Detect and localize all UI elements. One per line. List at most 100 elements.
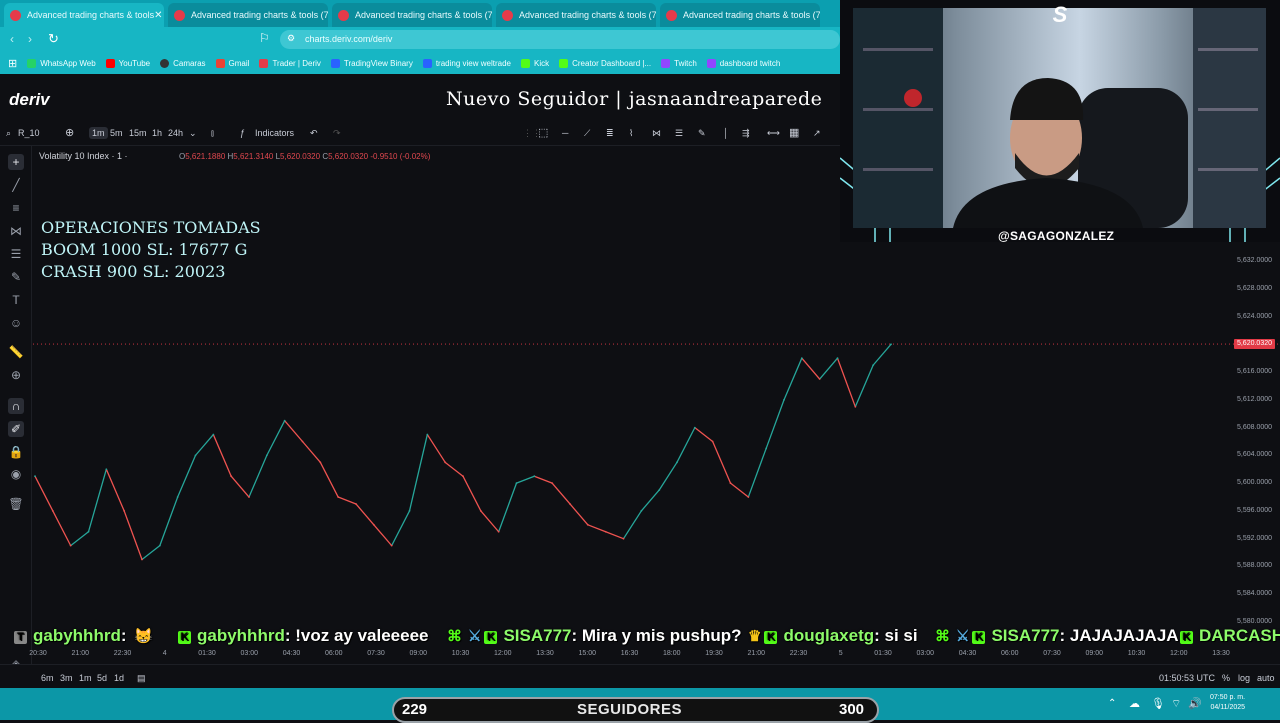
bookmark-item[interactable]: trading view weltrade bbox=[422, 58, 511, 68]
undo-icon[interactable]: ↶ bbox=[310, 128, 318, 139]
wifi-icon[interactable]: ⌔ bbox=[1171, 697, 1181, 711]
volume-icon[interactable]: 🔊 bbox=[1188, 697, 1202, 710]
date-range-icon[interactable]: ▤ bbox=[137, 673, 146, 684]
browser-tab[interactable]: Advanced trading charts & tools (7 bbox=[660, 3, 820, 27]
magnet-icon[interactable]: ∩ bbox=[8, 398, 24, 414]
forward-icon[interactable]: › bbox=[28, 32, 32, 46]
chevron-up-icon[interactable]: ⌃ bbox=[1108, 698, 1116, 709]
bookmark-item[interactable]: Trader | Deriv bbox=[259, 58, 321, 68]
mic-icon[interactable]: 🎙 bbox=[1151, 697, 1165, 710]
sword-badge-icon: ⚔ bbox=[468, 628, 482, 645]
range-6m[interactable]: 6m bbox=[41, 673, 54, 683]
reload-icon[interactable]: ↻ bbox=[48, 31, 59, 47]
log-toggle[interactable]: log bbox=[1238, 673, 1250, 683]
crosshair-icon[interactable]: + bbox=[8, 154, 24, 170]
symbol-label[interactable]: R_10 bbox=[18, 128, 40, 138]
compare-add-icon[interactable]: ⊕ bbox=[65, 126, 74, 139]
price-point bbox=[69, 544, 72, 547]
close-tab-icon[interactable]: ✕ bbox=[154, 10, 162, 21]
price-segment bbox=[498, 482, 518, 532]
cloud-icon[interactable]: ☁ bbox=[1129, 697, 1140, 710]
horizontal-line-tool-icon[interactable]: ─ bbox=[562, 128, 568, 138]
bookmark-item[interactable]: TradingView Binary bbox=[330, 58, 413, 68]
zoom-icon[interactable]: ⊕ bbox=[8, 367, 24, 383]
interval-15m[interactable]: 15m bbox=[129, 128, 147, 138]
ray-tool-icon[interactable]: ↗ bbox=[813, 128, 821, 139]
apps-icon[interactable]: ⊞ bbox=[8, 57, 17, 70]
deriv-logo[interactable]: deriv bbox=[9, 90, 50, 110]
redo-icon[interactable]: ↷ bbox=[333, 128, 341, 139]
bookmark-item[interactable]: YouTube bbox=[105, 58, 150, 68]
trash-icon[interactable]: 🗑 bbox=[8, 496, 24, 512]
candle-type-icon[interactable]: ⫾ bbox=[211, 128, 214, 139]
time-tick-label: 5 bbox=[838, 650, 843, 657]
range-1d[interactable]: 1d bbox=[114, 673, 124, 683]
range-3m[interactable]: 3m bbox=[60, 673, 73, 683]
price-point bbox=[390, 544, 393, 547]
fib-icon[interactable]: ☰ bbox=[8, 246, 24, 262]
price-segment bbox=[658, 461, 678, 491]
price-point bbox=[265, 454, 268, 457]
rectangle-tool-icon[interactable]: ⬚ bbox=[538, 126, 548, 139]
parallel-tool-icon[interactable]: ⇶ bbox=[742, 128, 750, 139]
bookmark-item[interactable]: WhatsApp Web bbox=[27, 58, 96, 68]
lines-icon[interactable]: ≡ bbox=[8, 200, 24, 216]
path-tool-icon[interactable]: ⌇ bbox=[629, 128, 633, 139]
back-icon[interactable]: ‹ bbox=[10, 32, 14, 46]
range-1m[interactable]: 1m bbox=[79, 673, 92, 683]
indicators-button[interactable]: Indicators bbox=[255, 128, 294, 138]
measure-tool-icon[interactable]: ⟷ bbox=[767, 128, 780, 139]
range-5d[interactable]: 5d bbox=[97, 673, 107, 683]
browser-tab[interactable]: Advanced trading charts & tools ✕ bbox=[4, 3, 164, 27]
bookmark-item[interactable]: Creator Dashboard |... bbox=[559, 58, 651, 68]
utc-clock[interactable]: 01:50:53 UTC bbox=[1159, 673, 1215, 683]
taskbar-clock[interactable]: 07:50 p. m. 04/11/2025 bbox=[1210, 693, 1245, 713]
fib-tool-icon[interactable]: ☰ bbox=[675, 128, 683, 139]
lock-icon[interactable]: 🔒 bbox=[8, 444, 24, 460]
price-segment bbox=[141, 545, 161, 561]
emoji-icon[interactable]: ☺ bbox=[8, 315, 24, 331]
bookmark-item[interactable]: Camaras bbox=[160, 58, 206, 68]
brush-icon[interactable]: ✎ bbox=[8, 269, 24, 285]
bookmark-item[interactable]: Twitch bbox=[661, 58, 697, 68]
site-info-icon[interactable]: ⚙ bbox=[287, 33, 295, 44]
browser-tab[interactable]: Advanced trading charts & tools (7 bbox=[332, 3, 492, 27]
price-tick-label: 5,608.0000 bbox=[1237, 423, 1273, 431]
browser-tab[interactable]: Advanced trading charts & tools (7 bbox=[168, 3, 328, 27]
trendline-icon[interactable]: ╱ bbox=[8, 177, 24, 193]
trend-tool-icon[interactable]: ⟋ bbox=[584, 128, 590, 139]
bookmark-item[interactable]: Gmail bbox=[215, 58, 249, 68]
eye-icon[interactable]: ◉ bbox=[8, 466, 24, 482]
ruler-icon[interactable]: 📏 bbox=[8, 344, 24, 360]
price-segment bbox=[52, 510, 72, 546]
price-segment bbox=[337, 496, 357, 505]
chart-toolbar: ⌕ R_10 ⊕ 1m 5m 15m 1h 24h ⌄ ⫾ ƒ Indicato… bbox=[0, 122, 842, 146]
indicators-icon[interactable]: ƒ bbox=[240, 128, 245, 138]
time-axis[interactable]: 20:30 21:00 22:30 4 01:30 03:00 04:30 06:00 07:3… bbox=[29, 650, 1280, 664]
pattern-icon[interactable]: ⋈ bbox=[8, 223, 24, 239]
auto-toggle[interactable]: auto bbox=[1257, 673, 1275, 683]
interval-1m[interactable]: 1m bbox=[89, 127, 108, 139]
pattern-tool-icon[interactable]: ⋈ bbox=[652, 128, 661, 139]
text-icon[interactable]: T bbox=[8, 292, 24, 308]
price-segment bbox=[426, 434, 446, 463]
interval-5m[interactable]: 5m bbox=[110, 128, 123, 138]
bookmark-item[interactable]: Kick bbox=[520, 58, 549, 68]
vertical-line-tool-icon[interactable]: │ bbox=[723, 128, 729, 138]
interval-24h[interactable]: 24h bbox=[168, 128, 183, 138]
time-tick-label: 06:00 bbox=[324, 650, 343, 657]
percent-toggle[interactable]: % bbox=[1222, 673, 1230, 683]
price-tick-label: 5,628.0000 bbox=[1237, 284, 1273, 292]
brush-tool-icon[interactable]: ✎ bbox=[698, 128, 706, 139]
url-field[interactable]: charts.deriv.com/deriv bbox=[280, 30, 840, 49]
price-tick-label: 5,616.0000 bbox=[1237, 368, 1273, 376]
channel-tool-icon[interactable]: ≣ bbox=[606, 128, 614, 139]
bookmark-item[interactable]: dashboard twitch bbox=[706, 58, 780, 68]
grid-tool-icon[interactable]: ▦ bbox=[789, 126, 799, 139]
symbol-search-icon[interactable]: ⌕ bbox=[6, 128, 11, 139]
draw-mode-icon[interactable]: ✐ bbox=[8, 421, 24, 437]
browser-tab[interactable]: Advanced trading charts & tools (7 bbox=[496, 3, 656, 27]
interval-1h[interactable]: 1h bbox=[152, 128, 162, 138]
chevron-down-icon[interactable]: ⌄ bbox=[189, 128, 197, 139]
bookmark-icon[interactable]: ⚐ bbox=[259, 31, 270, 45]
